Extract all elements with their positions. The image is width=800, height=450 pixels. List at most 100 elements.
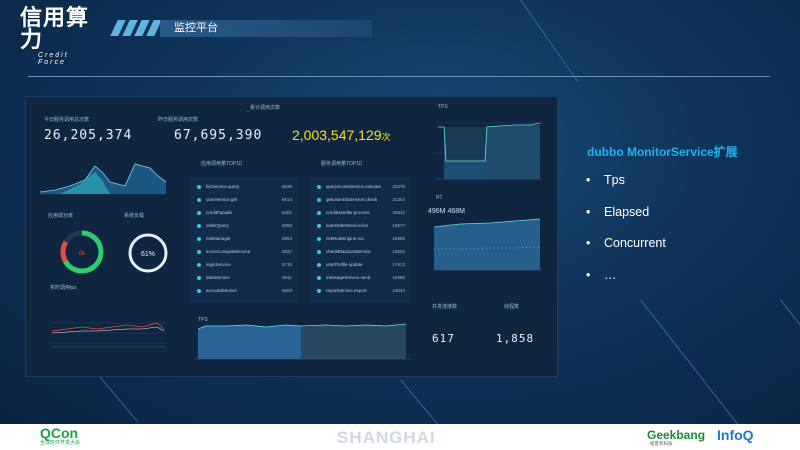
list-item-name: creditFacade <box>206 210 233 215</box>
stat-value-highlight: 2,003,547,129次 <box>292 127 391 143</box>
tps-area-chart <box>436 122 542 180</box>
bullet-icon <box>317 237 321 241</box>
list-item: creditFacade 6401 <box>191 209 298 218</box>
bullet-icon <box>317 198 321 202</box>
service-top10-list: queryScoreService.execute 22275 getUserInf… <box>311 177 411 303</box>
bullet-icon <box>197 276 201 280</box>
rt-value: 496M 468M <box>428 208 465 215</box>
list-item: getUserInfoService.check 21354 <box>311 196 411 205</box>
gauge-label: 系统负载 <box>124 213 145 219</box>
bullet-icon <box>317 224 321 228</box>
decorative-line <box>400 379 440 424</box>
list-item: riskManager 5954 <box>191 235 298 244</box>
bullet-icon <box>197 250 201 254</box>
list-item-name: getUserInfoService.check <box>326 197 378 202</box>
stat-value: 1,858 <box>496 332 535 345</box>
list-item: queryScoreService.execute 22275 <box>311 183 411 192</box>
list-item-name: loginService <box>206 262 231 267</box>
list-item-name: reportService.export <box>326 288 367 293</box>
list-item-count: 6835 <box>281 184 292 189</box>
bullet-icon <box>317 289 321 293</box>
section-title: 监控平台 <box>174 22 218 34</box>
stat-label: 昨日服务调用次数 <box>158 117 199 123</box>
stat-label: 累计调用次数 <box>250 105 281 111</box>
header-stripes <box>110 20 162 36</box>
bullet-icon <box>317 276 321 280</box>
gauge-label: 应用成功率 <box>48 213 74 219</box>
list-item-count: 16890 <box>392 275 405 280</box>
bullet-icon <box>317 263 321 267</box>
list-item-name: accountService <box>206 288 237 293</box>
decorative-line <box>640 299 764 424</box>
chart-label: TPS <box>438 104 448 110</box>
list-item-count: 5503 <box>281 288 292 293</box>
city-label: SHANGHAI <box>337 428 436 447</box>
rt-area-chart <box>433 218 542 271</box>
list-item-name: loanOrderService.list <box>326 223 368 228</box>
bullet-icon <box>317 250 321 254</box>
footer-bar: QCon 全球软件开发大会 SHANGHAI Geekbang 极客邦科技 In… <box>0 424 800 450</box>
monitor-dashboard: ··· 今日服务调用总次数 26,205,374 昨日服务调用次数 67,695… <box>25 96 558 377</box>
list-item-count: 18502 <box>392 249 405 254</box>
list-item-count: 22275 <box>392 184 405 189</box>
list-item-name: userProfile.update <box>326 262 363 267</box>
bullet-icon <box>197 211 201 215</box>
list-item-name: queryScoreService.execute <box>326 184 382 189</box>
list-item-count: 6058 <box>281 223 292 228</box>
list-item: dataService 5611 <box>191 274 298 283</box>
list-item-count: 17613 <box>392 262 405 267</box>
list-item-count: 6614 <box>281 197 292 202</box>
list-item-name: riskManager <box>206 236 231 241</box>
bottom-area-chart <box>194 323 411 363</box>
list-item-name: checkBlackListService <box>326 249 371 254</box>
qcon-logo: QCon 全球软件开发大会 <box>40 425 81 446</box>
list-title: 服务调用量TOP10 <box>321 161 362 167</box>
decorative-line <box>780 299 800 424</box>
list-item: reportService.export 16044 <box>311 287 411 296</box>
bullet-icon <box>197 237 201 241</box>
feature-item: Elapsed <box>586 202 666 234</box>
slide: 信用算力 Credit Force 监控平台 ··· 今日服务调用总次数 26,… <box>0 0 800 424</box>
success-gauge: 0k <box>60 230 104 274</box>
list-item: orderQuery 6058 <box>191 222 298 231</box>
list-item: userService.get 6614 <box>191 196 298 205</box>
list-item: bizService.query 6835 <box>191 183 298 192</box>
bullet-icon <box>317 211 321 215</box>
divider <box>28 76 770 77</box>
list-item-name: dataService <box>206 275 230 280</box>
feature-item: Tps <box>586 170 666 202</box>
list-item-name: creditHandler.process <box>326 210 370 215</box>
load-gauge: 61% <box>128 233 168 273</box>
list-item-count: 19877 <box>392 223 405 228</box>
list-item-name: riskRuleEngine.run <box>326 236 365 241</box>
infoq-logo: InfoQ <box>717 427 754 443</box>
geekbang-logo: Geekbang <box>647 428 706 442</box>
brand-logo: 信用算力 Credit Force <box>20 6 90 67</box>
list-item-count: 21354 <box>392 197 405 202</box>
list-item-name: messageService.send <box>326 275 371 280</box>
list-item-count: 20612 <box>392 210 405 215</box>
bullet-icon <box>197 289 201 293</box>
app-top10-list: bizService.query 6835 userService.get 6614 c… <box>191 177 298 303</box>
bullet-icon <box>197 263 201 267</box>
geekbang-subtitle: 极客邦科技 <box>650 441 673 446</box>
tps-line-chart <box>51 322 166 348</box>
list-item-name: bizService.query <box>206 184 240 189</box>
list-item: scoreComputeService 5827 <box>191 248 298 257</box>
list-item: creditHandler.process 20612 <box>311 209 411 218</box>
chart-label: RT <box>436 195 443 201</box>
stat-label: 线程数 <box>504 304 520 310</box>
section-header: 监控平台 <box>160 20 372 37</box>
stat-value: 67,695,390 <box>174 128 263 143</box>
mini-area-chart <box>40 163 166 195</box>
feature-item: … <box>586 265 666 297</box>
bullet-icon <box>197 198 201 202</box>
bullet-icon <box>197 224 201 228</box>
list-item: messageService.send 16890 <box>311 274 411 283</box>
svg-text:0k: 0k <box>79 251 86 257</box>
stat-label: 并发连接数 <box>432 304 458 310</box>
list-item-name: orderQuery <box>206 223 229 228</box>
list-item: riskRuleEngine.run 18950 <box>311 235 411 244</box>
list-item-count: 6401 <box>281 210 292 215</box>
bullet-icon <box>317 185 321 189</box>
